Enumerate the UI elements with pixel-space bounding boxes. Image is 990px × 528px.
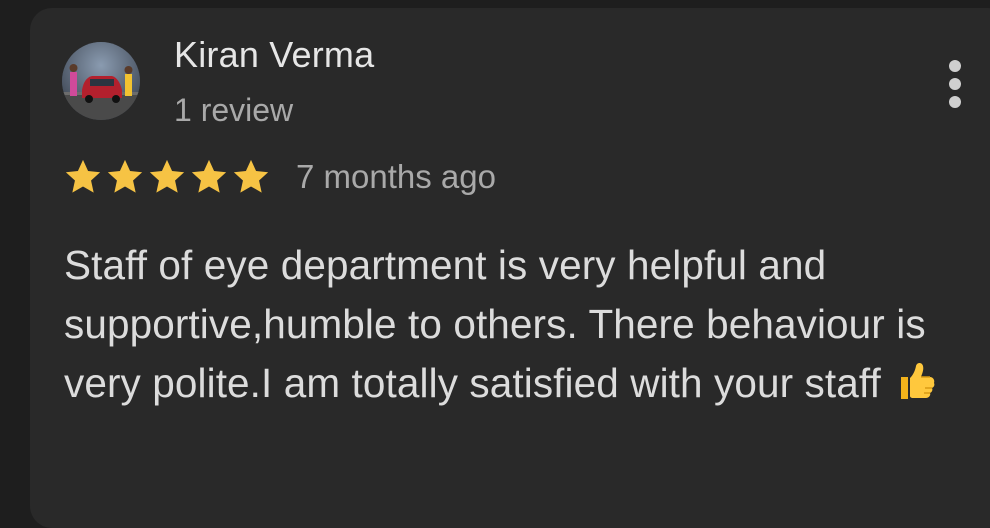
review-text: Staff of eye department is very helpful … (64, 242, 926, 406)
star-icon (65, 159, 101, 193)
more-vert-icon-dot (949, 96, 961, 108)
author-avatar[interactable] (62, 42, 140, 120)
star-icon (191, 159, 227, 193)
thumbs-up-icon (891, 357, 937, 419)
more-options-button[interactable] (940, 56, 970, 112)
review-text-container: Staff of eye department is very helpful … (64, 236, 969, 419)
review-time: 7 months ago (296, 158, 496, 195)
author-review-count: 1 review (174, 92, 294, 128)
star-icon (107, 159, 143, 193)
author-name[interactable]: Kiran Verma (174, 34, 374, 76)
avatar-photo (62, 42, 140, 120)
rating-stars (62, 156, 272, 200)
more-vert-icon-dot (949, 78, 961, 90)
more-vert-icon (949, 60, 961, 72)
star-icon (233, 159, 269, 193)
star-icon (149, 159, 185, 193)
